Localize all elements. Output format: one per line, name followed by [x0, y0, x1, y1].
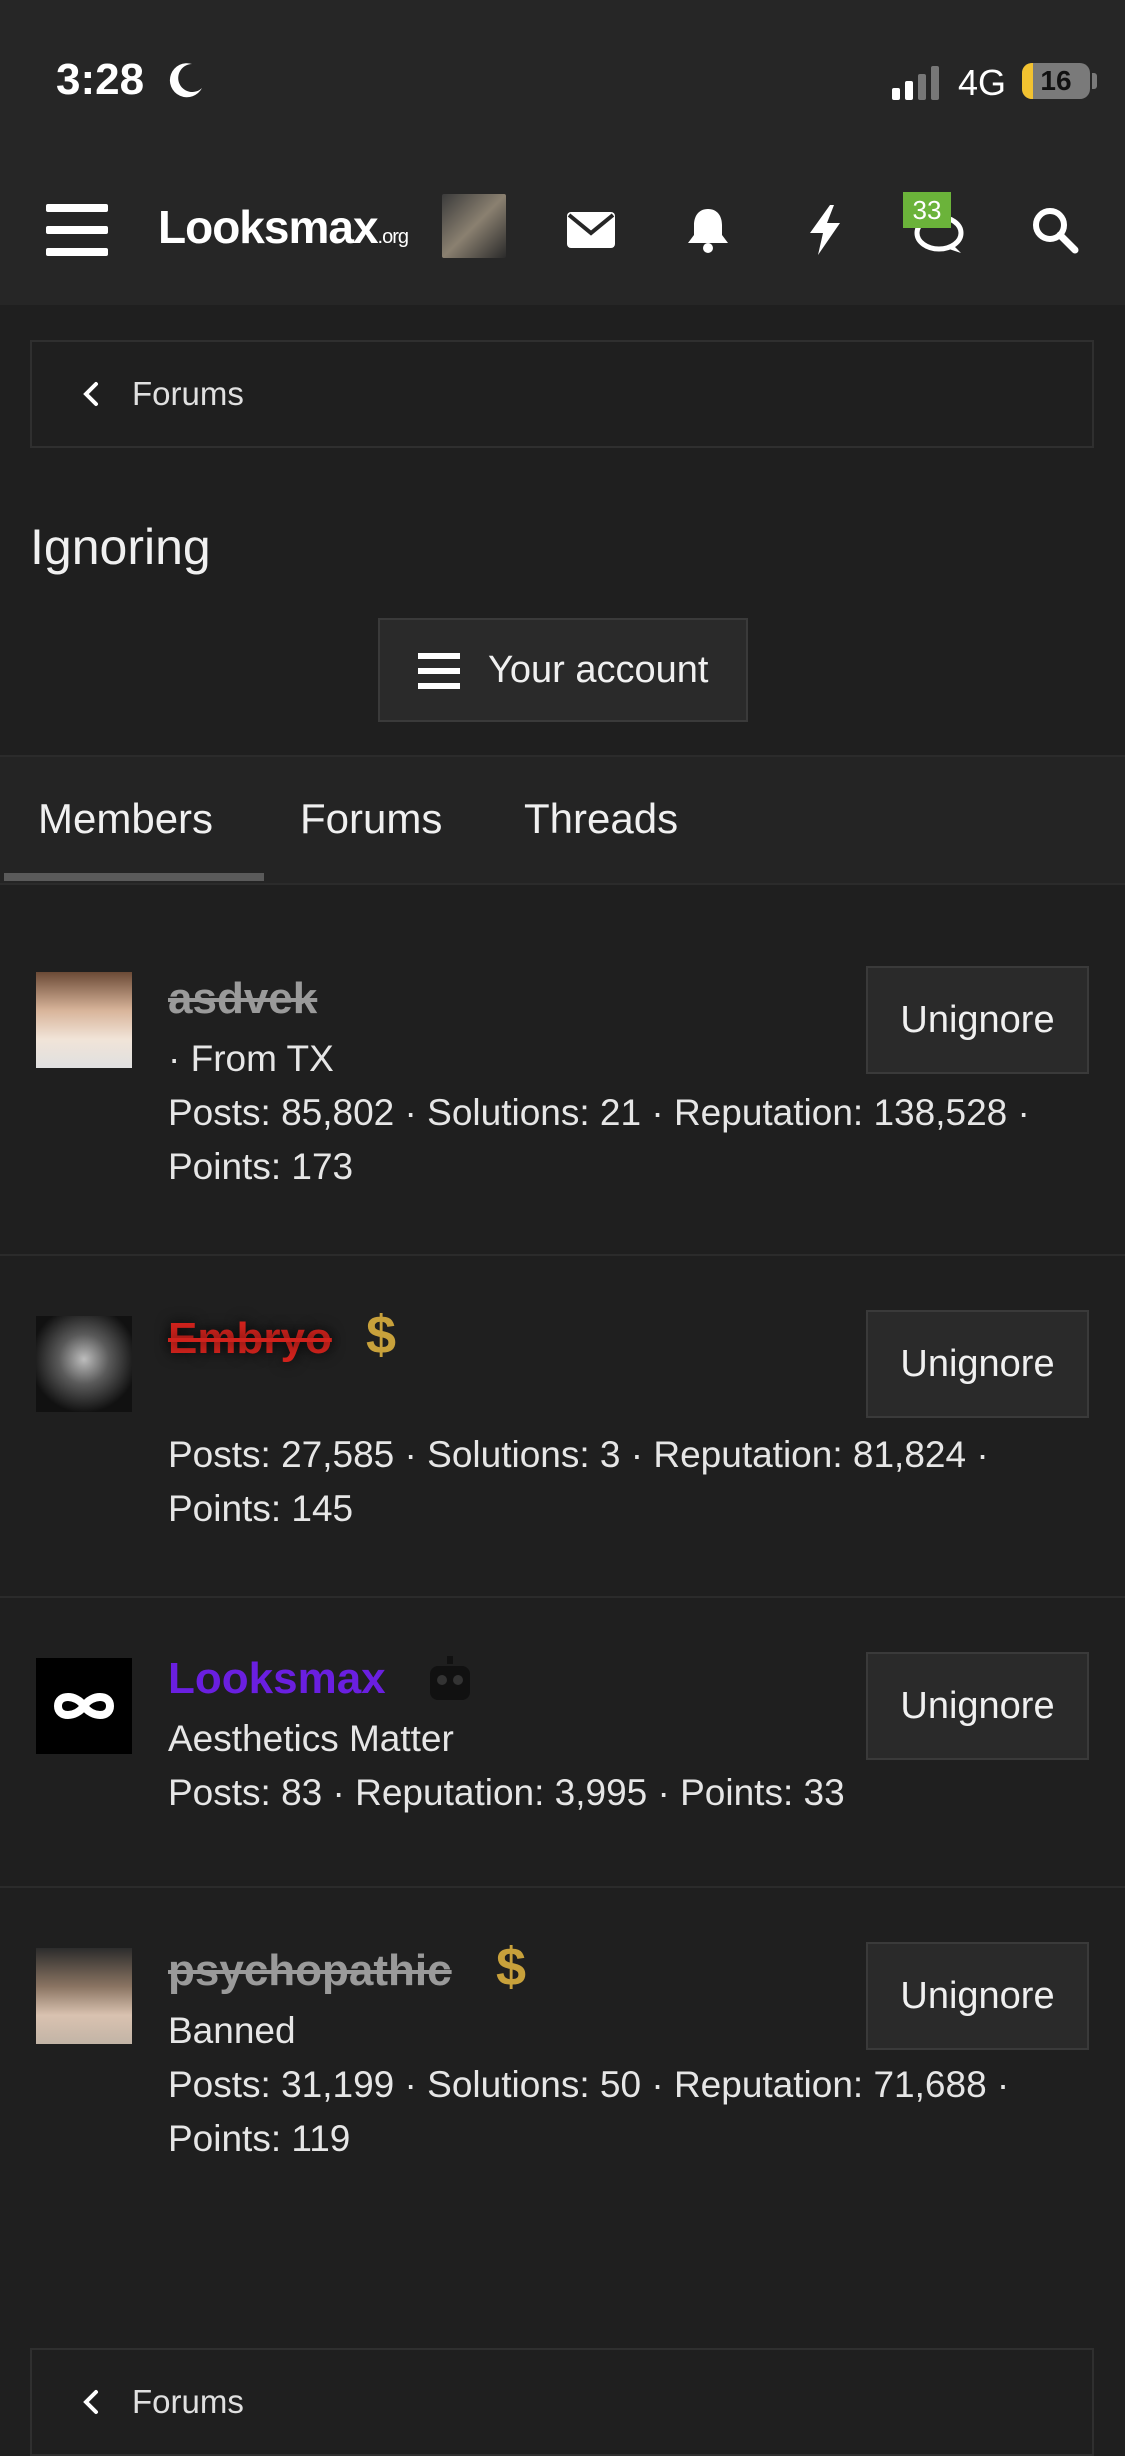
list-item: psychopathic $ Banned Posts: 31,199 · So… [0, 1888, 1125, 2228]
unignore-button[interactable]: Unignore [866, 1310, 1089, 1418]
breadcrumb[interactable]: Forums [30, 340, 1094, 448]
whats-new-button[interactable] [790, 195, 860, 265]
menu-icon [46, 204, 108, 256]
active-tab-indicator [4, 873, 264, 881]
member-stats: Posts: 27,585 · Solutions: 3 · Reputatio… [168, 1434, 989, 1475]
signal-icon [892, 66, 939, 100]
avatar[interactable] [36, 1948, 132, 2044]
member-name[interactable]: psychopathic [168, 1946, 452, 1996]
battery-icon: 16 [1022, 63, 1090, 99]
page-title: Ignoring [30, 519, 211, 575]
unignore-button[interactable]: Unignore [866, 966, 1089, 1074]
logo-main: Looksmax [158, 201, 379, 253]
site-logo[interactable]: Looksmax.org [158, 200, 409, 254]
network-type: 4G [958, 62, 1007, 103]
member-stats: Posts: 31,199 · Solutions: 50 · Reputati… [168, 2064, 1010, 2105]
member-name[interactable]: asdvek [168, 974, 317, 1024]
tab-forums[interactable]: Forums [300, 757, 442, 883]
infinity-logo-icon [53, 1693, 115, 1719]
bell-icon [688, 209, 728, 253]
status-time: 3:28 [56, 55, 145, 104]
dollar-badge-icon: $ [366, 1305, 397, 1365]
unignore-button[interactable]: Unignore [866, 1652, 1089, 1760]
member-stats-points: Points: 119 [168, 2118, 351, 2159]
avatar[interactable] [36, 1316, 132, 1412]
your-account-button[interactable]: Your account [378, 618, 748, 722]
chat-count-badge: 33 [903, 192, 951, 228]
avatar[interactable] [36, 1658, 132, 1754]
chevron-left-icon [83, 2390, 98, 2414]
avatar[interactable] [36, 972, 132, 1068]
tab-members[interactable]: Members [38, 757, 213, 883]
messages-button[interactable] [556, 195, 626, 265]
status-bar: 3:28 4G 16 [0, 0, 1125, 150]
member-name[interactable]: Embryo [168, 1314, 332, 1364]
breadcrumb-label: Forums [132, 375, 244, 412]
navbar: Looksmax.org 33 [0, 150, 1125, 305]
breadcrumb-label: Forums [132, 2383, 244, 2420]
list-item: asdvek · From TX Posts: 85,802 · Solutio… [0, 882, 1125, 1256]
member-stats: Posts: 83 · Reputation: 3,995 · Points: … [168, 1772, 845, 1813]
robot-icon [430, 1656, 470, 1700]
unignore-button[interactable]: Unignore [866, 1942, 1089, 2050]
lightning-icon [810, 205, 840, 255]
tab-bar: Members Forums Threads [0, 755, 1125, 885]
your-account-label: Your account [488, 649, 709, 691]
battery-nub [1092, 73, 1097, 89]
member-stats-points: Points: 173 [168, 1146, 354, 1187]
member-stats: Posts: 85,802 · Solutions: 21 · Reputati… [168, 1092, 1030, 1133]
menu-icon [418, 653, 460, 689]
breadcrumb-bottom[interactable]: Forums [30, 2348, 1094, 2456]
battery-level: 16 [1040, 65, 1072, 96]
envelope-icon [567, 212, 615, 248]
search-button[interactable] [1020, 195, 1090, 265]
logo-suffix: .org [377, 226, 409, 248]
search-icon [1033, 208, 1079, 254]
list-item: Embryo $ Posts: 27,585 · Solutions: 3 · … [0, 1256, 1125, 1598]
member-stats-points: Points: 145 [168, 1488, 354, 1529]
member-name[interactable]: Looksmax [168, 1654, 386, 1704]
list-item: Looksmax Aesthetics Matter Posts: 83 · R… [0, 1598, 1125, 1888]
user-avatar[interactable] [442, 194, 506, 258]
dollar-badge-icon: $ [496, 1937, 527, 1997]
menu-button[interactable] [42, 195, 112, 265]
moon-icon [169, 63, 202, 98]
alerts-button[interactable] [673, 195, 743, 265]
chevron-left-icon [83, 382, 98, 406]
tab-threads[interactable]: Threads [524, 757, 678, 883]
